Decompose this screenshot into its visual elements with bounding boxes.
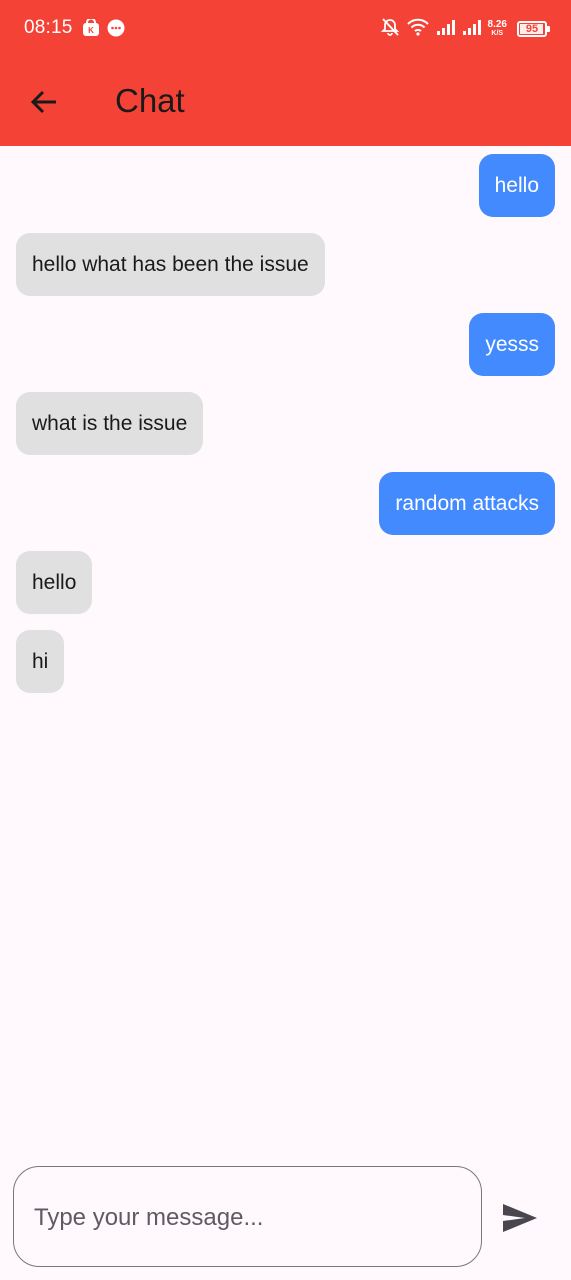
message-bubble-sent[interactable]: random attacks <box>379 472 555 535</box>
signal-icon <box>462 18 482 41</box>
send-icon <box>503 1204 537 1232</box>
chat-bubble-icon <box>107 19 125 37</box>
wifi-icon <box>406 17 430 42</box>
message-composer <box>13 1166 482 1268</box>
status-time: 08:15 <box>24 17 73 38</box>
battery-icon: 95 <box>517 21 550 37</box>
battery-level: 95 <box>525 23 539 35</box>
net-speed-value: 8.26 <box>487 19 507 30</box>
message-bubble-received[interactable]: hi <box>16 630 65 693</box>
message-bubble-received[interactable]: what is the issue <box>16 392 204 455</box>
svg-text:K: K <box>88 26 94 35</box>
message-bubble-received[interactable]: hello <box>16 551 93 614</box>
muted-bell-icon <box>380 17 400 42</box>
message-bubble-sent[interactable]: yesss <box>469 313 555 376</box>
message-bubble-sent[interactable]: hello <box>478 154 555 217</box>
status-bar: 08:15 K 8.26 K/S 95 <box>0 0 571 58</box>
net-speed: 8.26 K/S <box>488 20 507 38</box>
send-button[interactable] <box>498 1196 542 1240</box>
signal-icon <box>436 18 456 41</box>
back-button[interactable] <box>26 84 62 120</box>
message-input[interactable] <box>32 1167 466 1268</box>
shopping-bag-icon: K <box>82 17 100 37</box>
page-title: Chat <box>115 82 185 119</box>
net-speed-unit: K/S <box>491 30 504 37</box>
app-bar: 08:15 K 8.26 K/S 95 Chat <box>0 0 571 146</box>
arrow-left-icon <box>30 90 56 114</box>
message-bubble-received[interactable]: hello what has been the issue <box>16 233 325 296</box>
